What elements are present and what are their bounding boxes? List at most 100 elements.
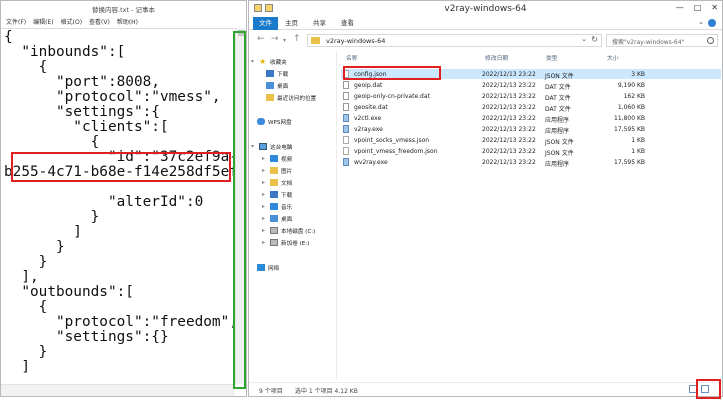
file-row[interactable]: geosite.dat 2022/12/13 23:22 DAT 文件 1,06… bbox=[341, 102, 721, 113]
file-row[interactable]: v2ray.exe 2022/12/13 23:22 应用程序 17,595 K… bbox=[341, 124, 721, 135]
sidebar-item-this-pc[interactable]: ▾ 这台电脑 bbox=[251, 142, 292, 151]
sidebar-item-label: 新加卷 (E:) bbox=[281, 240, 310, 247]
sidebar-item-network[interactable]: 网络 bbox=[257, 263, 279, 272]
maximize-icon[interactable]: □ bbox=[694, 3, 702, 12]
sidebar-item-downloads-pc[interactable]: ▸ 下载 bbox=[262, 190, 292, 199]
view-toggle-highlight-box bbox=[696, 379, 721, 399]
sidebar-item-music[interactable]: ▸ 音乐 bbox=[262, 202, 292, 211]
tab-home[interactable]: 主页 bbox=[279, 17, 304, 30]
json-config-text[interactable]: { "inbounds":[ { "port":8008, "protocol"… bbox=[4, 30, 246, 375]
window-controls: — □ ✕ bbox=[676, 3, 718, 12]
sidebar-item-label: 下载 bbox=[281, 192, 293, 199]
close-icon[interactable]: ✕ bbox=[711, 3, 718, 12]
file-type: DAT 文件 bbox=[545, 83, 571, 91]
drive-icon bbox=[270, 227, 278, 234]
navigation-pane: ▾ ★ 收藏夹 下载 桌面 最近访问的位置 WPS网盘 ▾ 这台电脑 ▸ 视频 … bbox=[249, 51, 337, 379]
file-size: 3 KB bbox=[631, 70, 645, 78]
recent-locations-icon[interactable]: ▾ bbox=[283, 37, 286, 44]
help-icon[interactable] bbox=[708, 19, 716, 27]
expand-arrow-icon[interactable]: ▸ bbox=[262, 191, 267, 198]
search-icon[interactable] bbox=[707, 37, 714, 44]
sidebar-item-desktop[interactable]: 桌面 bbox=[266, 81, 288, 90]
star-icon: ★ bbox=[259, 57, 267, 66]
expand-arrow-icon[interactable]: ▸ bbox=[262, 215, 267, 222]
tab-share[interactable]: 共享 bbox=[307, 17, 332, 30]
exe-file-icon bbox=[343, 114, 349, 122]
expand-arrow-icon[interactable]: ▸ bbox=[262, 203, 267, 210]
sidebar-item-drive-c[interactable]: ▸ 本地磁盘 (C:) bbox=[262, 226, 315, 235]
expand-arrow-icon[interactable]: ▸ bbox=[262, 227, 267, 234]
sidebar-item-desktop-pc[interactable]: ▸ 桌面 bbox=[262, 214, 292, 223]
file-row[interactable]: vpoint_vmess_freedom.json 2022/12/13 23:… bbox=[341, 146, 721, 157]
notepad-title: 替换内容.txt - 记事本 bbox=[92, 6, 155, 14]
file-row[interactable]: geoip.dat 2022/12/13 23:22 DAT 文件 9,190 … bbox=[341, 80, 721, 91]
download-folder-icon bbox=[270, 191, 278, 198]
horizontal-scrollbar[interactable] bbox=[1, 384, 235, 396]
address-path: v2ray-windows-64 bbox=[326, 37, 386, 45]
up-icon[interactable]: ↑ bbox=[293, 34, 301, 44]
config-json-highlight-box bbox=[343, 66, 441, 80]
collapse-arrow-icon[interactable]: ▾ bbox=[251, 58, 256, 65]
collapse-arrow-icon[interactable]: ▾ bbox=[251, 143, 256, 150]
dat-file-icon bbox=[343, 81, 349, 89]
tab-view[interactable]: 查看 bbox=[335, 17, 360, 30]
expand-arrow-icon[interactable]: ▸ bbox=[262, 239, 267, 246]
sidebar-item-recent[interactable]: 最近访问的位置 bbox=[266, 93, 316, 102]
tab-file[interactable]: 文件 bbox=[253, 17, 278, 30]
refresh-icon[interactable]: ↻ bbox=[591, 35, 598, 44]
menu-help[interactable]: 帮助(H) bbox=[117, 17, 138, 26]
file-type: DAT 文件 bbox=[545, 105, 571, 113]
notepad-title-bar[interactable]: 替换内容.txt - 记事本 bbox=[1, 1, 246, 15]
sidebar-item-wps-cloud[interactable]: WPS网盘 bbox=[257, 117, 292, 126]
ribbon-expand-icon[interactable]: ⌄ bbox=[698, 18, 704, 26]
column-header-name[interactable]: 名称 bbox=[346, 53, 358, 62]
file-size: 1,060 KB bbox=[617, 103, 645, 111]
scrollbar-highlight-box bbox=[233, 31, 246, 389]
column-header-size[interactable]: 大小 bbox=[607, 53, 619, 62]
menu-edit[interactable]: 编辑(E) bbox=[33, 17, 53, 26]
minimize-icon[interactable]: — bbox=[676, 3, 684, 12]
navigation-bar: ← → ▾ ↑ v2ray-windows-64 ⌄ ↻ 搜索"v2ray-wi… bbox=[249, 31, 722, 50]
sidebar-item-pictures[interactable]: ▸ 图片 bbox=[262, 166, 292, 175]
json-file-icon bbox=[343, 136, 349, 144]
file-type: 应用程序 bbox=[545, 160, 570, 168]
file-row[interactable]: vpoint_socks_vmess.json 2022/12/13 23:22… bbox=[341, 135, 721, 146]
address-bar[interactable]: v2ray-windows-64 ⌄ ↻ bbox=[307, 34, 602, 47]
file-type: 应用程序 bbox=[545, 127, 570, 135]
file-date: 2022/12/13 23:22 bbox=[482, 158, 536, 166]
sidebar-item-favorites[interactable]: ▾ ★ 收藏夹 bbox=[251, 57, 287, 66]
sidebar-item-documents[interactable]: ▸ 文档 bbox=[262, 178, 292, 187]
menu-format[interactable]: 格式(O) bbox=[61, 17, 82, 26]
file-type: DAT 文件 bbox=[545, 94, 571, 102]
file-size: 9,190 KB bbox=[617, 81, 645, 89]
expand-arrow-icon[interactable]: ▸ bbox=[262, 155, 267, 162]
sidebar-item-videos[interactable]: ▸ 视频 bbox=[262, 154, 292, 163]
sidebar-item-downloads[interactable]: 下载 bbox=[266, 69, 288, 78]
folder-icon bbox=[311, 37, 320, 44]
column-header-type[interactable]: 类型 bbox=[546, 53, 558, 62]
exe-file-icon bbox=[343, 158, 349, 166]
sidebar-item-label: 下载 bbox=[277, 71, 289, 78]
file-row[interactable]: geoip-only-cn-private.dat 2022/12/13 23:… bbox=[341, 91, 721, 102]
sidebar-item-label: 收藏夹 bbox=[270, 59, 287, 66]
sidebar-item-label: 视频 bbox=[281, 156, 293, 163]
file-row[interactable]: v2ctl.exe 2022/12/13 23:22 应用程序 11,800 K… bbox=[341, 113, 721, 124]
explorer-title-bar[interactable]: v2ray-windows-64 — □ ✕ bbox=[249, 1, 722, 17]
back-icon[interactable]: ← bbox=[257, 34, 265, 44]
file-size: 1 KB bbox=[631, 136, 645, 144]
column-header-date[interactable]: 修改日期 bbox=[485, 53, 508, 62]
forward-icon[interactable]: → bbox=[271, 34, 279, 44]
chevron-down-icon[interactable]: ⌄ bbox=[581, 35, 587, 43]
expand-arrow-icon[interactable]: ▸ bbox=[262, 179, 267, 186]
recent-icon bbox=[266, 94, 274, 101]
sidebar-item-drive-e[interactable]: ▸ 新加卷 (E:) bbox=[262, 238, 309, 247]
expand-arrow-icon[interactable]: ▸ bbox=[262, 167, 267, 174]
search-input[interactable]: 搜索"v2ray-windows-64" bbox=[606, 34, 718, 47]
menu-view[interactable]: 查看(V) bbox=[89, 17, 110, 26]
file-type: 应用程序 bbox=[545, 116, 570, 124]
pictures-folder-icon bbox=[270, 167, 278, 174]
file-row[interactable]: wv2ray.exe 2022/12/13 23:22 应用程序 17,595 … bbox=[341, 157, 721, 168]
menu-file[interactable]: 文件(F) bbox=[6, 17, 26, 26]
notepad-text-area[interactable]: { "inbounds":[ { "port":8008, "protocol"… bbox=[1, 28, 246, 396]
ribbon-tabs: 文件 主页 共享 查看 ⌄ bbox=[249, 17, 722, 30]
